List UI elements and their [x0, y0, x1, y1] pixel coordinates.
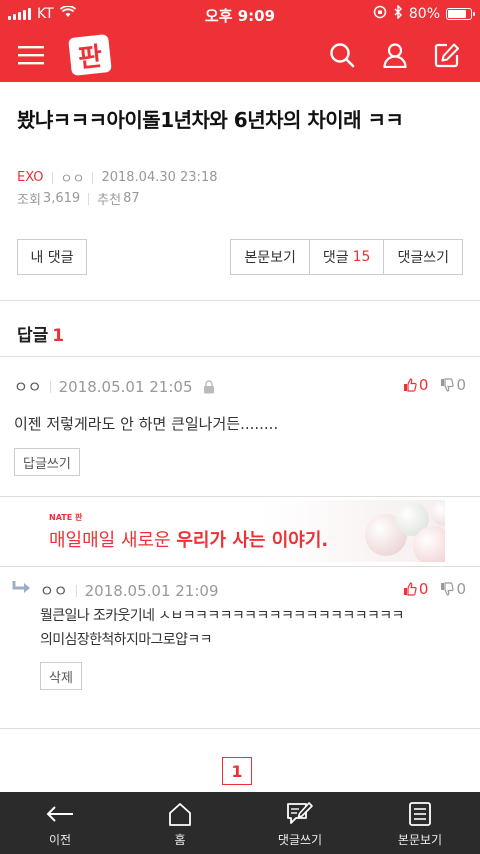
- ad-text-plain: 매일매일 새로운: [49, 530, 177, 551]
- divider: [0, 356, 480, 357]
- article-date: 2018.04.30 23:18: [101, 170, 218, 185]
- ad-text: 매일매일 새로운 우리가 사는 이야기.: [49, 526, 328, 552]
- home-label: 홈: [174, 833, 186, 847]
- reply-arrow-icon: [12, 580, 32, 596]
- upvote-count: 0: [418, 376, 429, 394]
- write-comment-button[interactable]: 댓글쓰기: [383, 239, 463, 275]
- divider: [92, 171, 94, 184]
- reply-meta: ㅇㅇ 2018.05.01 21:09: [40, 580, 219, 601]
- ad-banner[interactable]: NATE 판 매일매일 새로운 우리가 사는 이야기.: [35, 500, 445, 562]
- reply-date: 2018.05.01 21:09: [84, 581, 219, 600]
- article-action-group: 본문보기 댓글 15 댓글쓰기: [230, 239, 463, 275]
- article-title: 봤냐ㅋㅋㅋ아이돌1년차와 6년차의 차이래 ㅋㅋ: [17, 108, 404, 132]
- thumbs-down-icon: [440, 582, 455, 596]
- reply-text-line: 뭘큰일나 조카웃기네 ㅅㅂㅋㅋㅋㅋㅋㅋㅋㅋㅋㅋㅋㅋㅋㅋㅋㅋㅋㅋ: [40, 608, 404, 624]
- navigation-bar: 판: [0, 28, 480, 82]
- article-stats: 조회 3,619 추천 87: [17, 189, 140, 208]
- document-icon: [408, 800, 432, 828]
- upvote-button[interactable]: 0: [403, 376, 429, 394]
- edit-icon[interactable]: [430, 38, 464, 72]
- battery-icon: [446, 8, 475, 20]
- home-button[interactable]: 홈: [120, 792, 240, 854]
- search-icon[interactable]: [325, 38, 359, 72]
- replies-heading: 답글 1: [17, 321, 64, 346]
- menu-icon[interactable]: [14, 38, 48, 72]
- thumbs-up-icon: [403, 582, 417, 596]
- bluetooth-icon: [393, 4, 403, 23]
- downvote-button[interactable]: 0: [440, 376, 466, 394]
- author-name: ㅇㅇ: [60, 172, 85, 187]
- thumbs-up-icon: [403, 378, 417, 392]
- comments-label: 댓글: [322, 250, 349, 266]
- ad-decoration: [431, 500, 445, 526]
- bottom-navigation: 이전 홈 댓글쓰기 본문보기: [0, 792, 480, 854]
- user-icon[interactable]: [378, 38, 412, 72]
- downvote-count: 0: [456, 376, 466, 394]
- views-label: 조회: [17, 193, 41, 208]
- top-bar: KT 오후 9:09 80% 판: [0, 0, 480, 82]
- back-arrow-icon: [45, 800, 75, 828]
- comments-count: 15: [352, 249, 371, 265]
- replies-count: 1: [52, 326, 65, 346]
- thumbs-down-icon: [440, 378, 455, 392]
- view-body-tab[interactable]: 본문보기: [360, 792, 480, 854]
- comments-button[interactable]: 댓글 15: [308, 239, 385, 275]
- divider: [0, 566, 480, 567]
- write-comment-tab[interactable]: 댓글쓰기: [240, 792, 360, 854]
- upvote-button[interactable]: 0: [403, 580, 429, 598]
- lock-icon: [203, 379, 215, 394]
- reply-text: 뭘큰일나 조카웃기네 ㅅㅂㅋㅋㅋㅋㅋㅋㅋㅋㅋㅋㅋㅋㅋㅋㅋㅋㅋㅋ 의미심장한척하지…: [40, 604, 404, 652]
- view-body-label: 본문보기: [397, 833, 443, 847]
- delete-button[interactable]: 삭제: [40, 662, 82, 690]
- views-count: 3,619: [42, 191, 81, 206]
- comment-votes: 0 0: [403, 376, 466, 394]
- ad-text-bold: 우리가 사는 이야기.: [176, 530, 329, 551]
- battery-percent: 80%: [408, 6, 440, 22]
- downvote-button[interactable]: 0: [440, 580, 466, 598]
- comment-meta: ㅇㅇ 2018.05.01 21:05: [14, 376, 215, 397]
- pagination-current-page[interactable]: 1: [222, 757, 252, 785]
- category-link[interactable]: EXO: [17, 170, 44, 185]
- divider: [49, 380, 51, 393]
- divider: [0, 728, 480, 729]
- reply-write-button[interactable]: 답글쓰기: [14, 448, 80, 476]
- divider: [0, 300, 480, 301]
- upvote-count: 0: [418, 580, 429, 598]
- home-icon: [167, 800, 193, 828]
- comment-text: 이젠 저렇게라도 안 하면 큰일나거든........: [14, 415, 279, 433]
- my-comments-button[interactable]: 내 댓글: [17, 239, 87, 275]
- write-comment-icon: [286, 800, 314, 828]
- back-label: 이전: [48, 833, 72, 847]
- ad-brand: NATE 판: [49, 513, 83, 522]
- divider: [75, 584, 77, 597]
- reply-text-line: 의미심장한척하지마그로얍ㅋㅋ: [40, 632, 213, 648]
- comment-date: 2018.05.01 21:05: [58, 377, 193, 396]
- status-bar: KT 오후 9:09 80%: [0, 0, 480, 28]
- divider: [88, 192, 90, 205]
- orientation-lock-icon: [373, 5, 387, 23]
- comment-author: ㅇㅇ: [14, 378, 42, 396]
- article-meta: EXO ㅇㅇ 2018.04.30 23:18: [17, 168, 217, 187]
- reply-author: ㅇㅇ: [40, 582, 68, 600]
- back-button[interactable]: 이전: [0, 792, 120, 854]
- divider: [51, 171, 53, 184]
- downvote-count: 0: [456, 580, 466, 598]
- pann-logo[interactable]: 판: [68, 34, 112, 76]
- divider: [0, 496, 480, 497]
- reply-votes: 0 0: [403, 580, 466, 598]
- likes-label: 추천: [97, 193, 122, 208]
- view-body-button[interactable]: 본문보기: [230, 239, 310, 275]
- ad-decoration: [413, 526, 445, 562]
- replies-label: 답글: [17, 326, 49, 346]
- write-comment-label: 댓글쓰기: [277, 833, 323, 847]
- likes-count: 87: [123, 191, 140, 206]
